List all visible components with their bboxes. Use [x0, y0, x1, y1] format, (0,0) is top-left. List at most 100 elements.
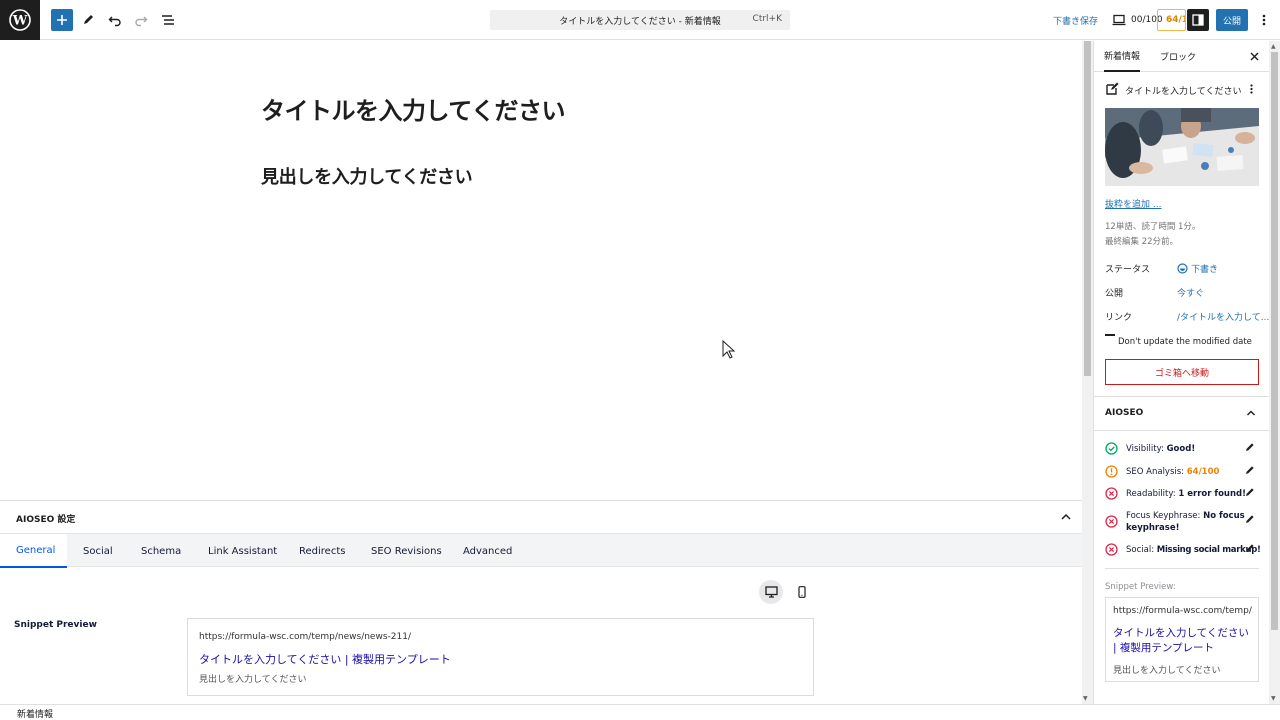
list-view-icon: [162, 15, 174, 25]
featured-image-photo: [1105, 108, 1259, 186]
chevron-up-icon[interactable]: [1245, 407, 1257, 419]
word-count-text: 12単語、読了時間 1分。: [1105, 222, 1201, 232]
plus-icon: [57, 15, 67, 25]
draft-status-icon: [1177, 263, 1188, 274]
link-value[interactable]: /タイトルを入力して...: [1177, 310, 1269, 323]
options-button[interactable]: [1254, 10, 1274, 30]
sidebar-snippet-description: 見出しを入力してください: [1113, 666, 1221, 676]
aioseo-section-title[interactable]: AIOSEO: [1105, 408, 1143, 418]
scroll-down-arrow-icon[interactable]: ▼: [1083, 695, 1088, 702]
check-label: Social:: [1126, 545, 1157, 555]
chevron-up-icon[interactable]: [1059, 510, 1073, 524]
divider: [1094, 430, 1269, 431]
sidebar-scroll-thumb[interactable]: [1271, 52, 1278, 630]
snippet-title: タイトルを入力してください | 複製用テンプレート: [199, 653, 451, 666]
pencil-icon: [84, 15, 93, 24]
tab-block[interactable]: ブロック: [1160, 41, 1196, 72]
aioseo-tabs: General Social Schema Link Assistant Red…: [0, 533, 1082, 568]
heading-block[interactable]: 見出しを入力してください: [261, 163, 473, 189]
modified-date-label: Don't update the modified date: [1118, 337, 1252, 347]
desktop-icon: [764, 586, 778, 598]
add-excerpt-link[interactable]: 抜粋を追加 ...: [1105, 197, 1161, 210]
command-palette-bar[interactable]: タイトルを入力してください - 新着情報 Ctrl+K: [490, 10, 790, 30]
redo-button[interactable]: [131, 10, 151, 30]
pencil-icon[interactable]: [1245, 543, 1255, 553]
check-value: Good!: [1166, 444, 1196, 454]
save-draft-button[interactable]: 下書き保存: [1053, 14, 1098, 27]
modified-date-checkbox[interactable]: [1105, 334, 1115, 336]
laptop-icon: [1112, 14, 1126, 26]
sidebar-post-title: タイトルを入力してください: [1125, 87, 1242, 97]
post-title[interactable]: タイトルを入力してください: [261, 91, 566, 126]
post-meta-info: 12単語、読了時間 1分。 最終編集 22分前。: [1105, 220, 1200, 250]
aioseo-panel-title: AIOSEO 設定: [16, 515, 76, 525]
sidebar-snippet-label: Snippet Preview:: [1105, 582, 1176, 592]
pencil-icon[interactable]: [1245, 442, 1255, 452]
aioseo-score-value: 64/1: [1166, 15, 1186, 25]
undo-button[interactable]: [105, 10, 125, 30]
pencil-icon[interactable]: [1245, 514, 1255, 524]
breadcrumb[interactable]: 新着情報: [17, 707, 53, 720]
sidebar-tabs: 新着情報 ブロック: [1094, 41, 1269, 72]
publish-button[interactable]: 公開: [1216, 9, 1248, 31]
aioseo-score-button[interactable]: 64/1: [1157, 9, 1186, 31]
add-block-button[interactable]: [51, 9, 73, 31]
sidebar-snippet-preview: https://formula-wsc.com/temp/... タイトルを入力…: [1105, 597, 1259, 682]
more-vertical-icon: [1249, 84, 1253, 94]
tab-social[interactable]: Social: [83, 534, 113, 568]
scroll-up-arrow-icon[interactable]: ▲: [1271, 43, 1276, 50]
desktop-preview-button[interactable]: [759, 580, 783, 604]
tab-advanced[interactable]: Advanced: [463, 534, 512, 568]
divider: [1094, 396, 1269, 397]
tools-button[interactable]: [78, 10, 98, 30]
tab-general[interactable]: General: [0, 534, 67, 568]
sidebar-snippet-url: https://formula-wsc.com/temp/...: [1113, 606, 1253, 616]
editor-scrollbar[interactable]: ▼: [1082, 41, 1093, 704]
document-overview-button[interactable]: [158, 10, 178, 30]
mobile-preview-button[interactable]: [793, 583, 811, 601]
move-to-trash-button[interactable]: ゴミ箱へ移動: [1105, 359, 1259, 385]
check-value: 64/100: [1186, 467, 1220, 477]
svg-text:W: W: [12, 14, 28, 29]
tab-redirects[interactable]: Redirects: [299, 534, 345, 568]
wordpress-logo[interactable]: W: [0, 0, 40, 40]
status-value[interactable]: 下書き: [1177, 262, 1218, 275]
check-circle-icon: [1105, 442, 1118, 455]
check-visibility-text: Visibility: Good!: [1126, 443, 1251, 455]
scroll-down-arrow-icon[interactable]: ▼: [1271, 695, 1276, 702]
tab-schema[interactable]: Schema: [141, 534, 181, 568]
command-bar-text: タイトルを入力してください - 新着情報: [559, 16, 721, 27]
post-actions-button[interactable]: [1246, 82, 1256, 96]
editor-canvas: タイトルを入力してください 見出しを入力してください: [0, 41, 1082, 500]
link-label: リンク: [1105, 313, 1133, 323]
more-vertical-icon: [1262, 14, 1266, 26]
check-seo-analysis-text: SEO Analysis: 64/100: [1126, 466, 1251, 478]
aioseo-settings-panel: AIOSEO 設定 General Social Schema Link Ass…: [0, 500, 1082, 704]
sidebar-scrollbar[interactable]: ▲ ▼: [1269, 41, 1280, 704]
check-readability-text: Readability: 1 error found!: [1126, 488, 1251, 500]
editor-toolbar: W タイトルを入力してください - 新着情報 Ctrl+K 下書き保存 00/1…: [0, 0, 1280, 40]
featured-image[interactable]: [1105, 108, 1259, 186]
editor-scroll-thumb[interactable]: [1084, 41, 1091, 376]
pencil-icon[interactable]: [1245, 487, 1255, 497]
last-edited-text: 最終編集 22分前。: [1105, 237, 1179, 247]
check-label: SEO Analysis:: [1126, 467, 1187, 477]
tab-post[interactable]: 新着情報: [1104, 41, 1141, 72]
preview-button[interactable]: [1111, 12, 1127, 28]
pencil-icon[interactable]: [1245, 465, 1255, 475]
error-circle-icon: [1105, 515, 1118, 528]
tab-seo-revisions[interactable]: SEO Revisions: [371, 534, 442, 568]
error-circle-icon: [1105, 543, 1118, 556]
close-icon: [1250, 52, 1258, 60]
status-value-text: 下書き: [1191, 265, 1219, 275]
settings-button[interactable]: [1187, 9, 1209, 31]
tab-link-assistant[interactable]: Link Assistant: [208, 534, 277, 568]
post-icon: [1106, 82, 1119, 95]
close-sidebar-button[interactable]: [1247, 49, 1261, 63]
sidebar-snippet-title: タイトルを入力してください | 複製用テンプレート: [1113, 627, 1249, 654]
mouse-cursor-icon: [722, 340, 736, 359]
publish-date-value[interactable]: 今すぐ: [1177, 286, 1204, 299]
settings-sidebar: 新着情報 ブロック タイトルを入力してください 抜粋を追加 ... 12単語、読…: [1093, 41, 1269, 704]
aioseo-panel-header[interactable]: AIOSEO 設定: [0, 501, 1082, 533]
divider: [1105, 568, 1259, 569]
